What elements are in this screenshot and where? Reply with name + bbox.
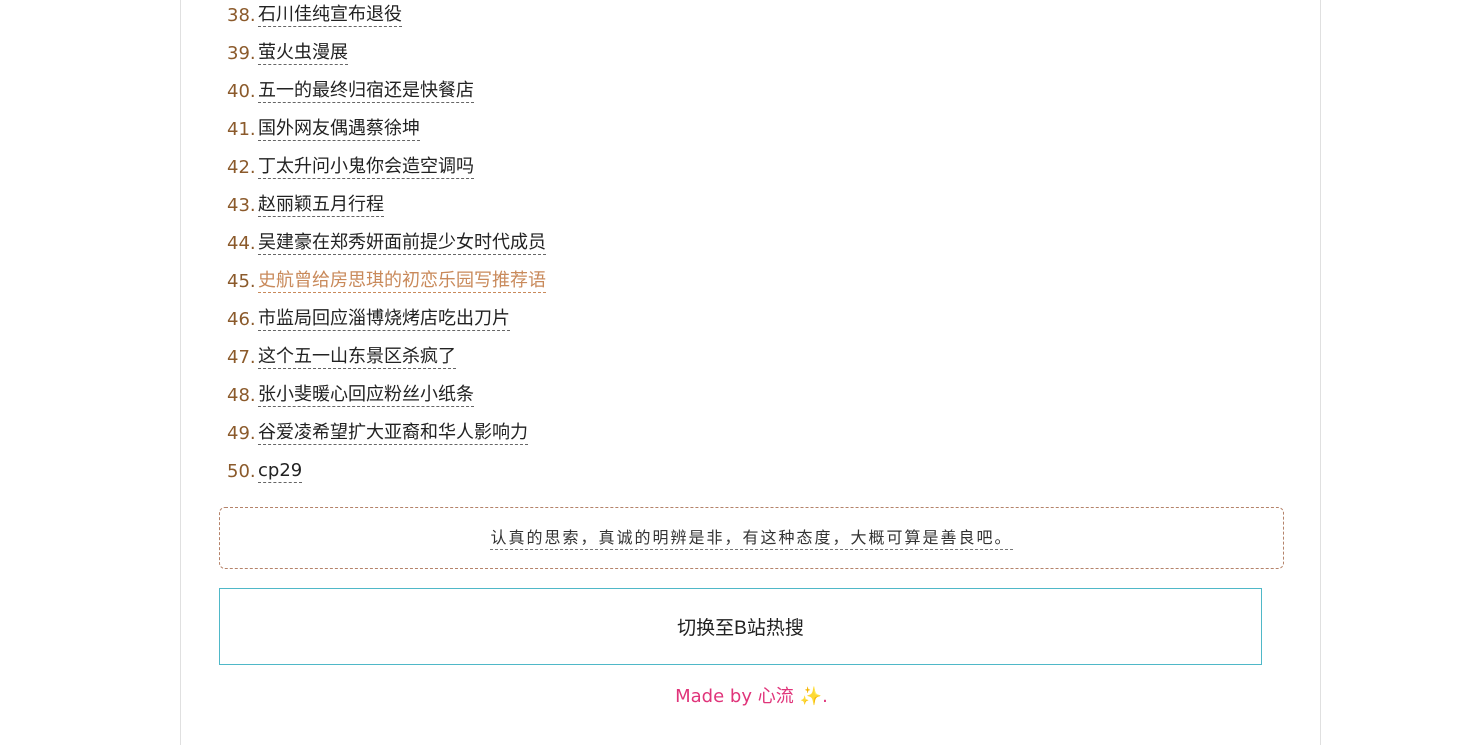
rank-number: 44. [227,232,256,254]
footer: Made by 心流 ✨. [181,682,1322,708]
rank-number: 40. [227,80,256,102]
rank-number: 45. [227,270,256,292]
hot-search-link[interactable]: 张小斐暖心回应粉丝小纸条 [258,384,474,407]
list-item: 50. cp29 [227,459,303,483]
footer-period: . [822,686,828,707]
list-item: 48. 张小斐暖心回应粉丝小纸条 [227,383,474,407]
rank-number: 39. [227,42,256,64]
list-item: 46. 市监局回应淄博烧烤店吃出刀片 [227,307,510,331]
sparkle-icon: ✨ [799,686,823,707]
hot-search-link[interactable]: 吴建豪在郑秀妍面前提少女时代成员 [258,232,546,255]
list-item: 42. 丁太升问小鬼你会造空调吗 [227,155,474,179]
hot-search-link[interactable]: 丁太升问小鬼你会造空调吗 [258,156,474,179]
hot-search-link[interactable]: 谷爱凌希望扩大亚裔和华人影响力 [258,422,528,445]
list-item: 41. 国外网友偶遇蔡徐坤 [227,117,420,141]
switch-to-bilibili-button[interactable]: 切换至B站热搜 [219,588,1262,665]
rank-number: 38. [227,4,256,26]
rank-number: 47. [227,346,256,368]
list-item: 40. 五一的最终归宿还是快餐店 [227,79,474,103]
rank-number: 49. [227,422,256,444]
rank-number: 42. [227,156,256,178]
rank-number: 41. [227,118,256,140]
quote-text[interactable]: 认真的思索，真诚的明辨是非，有这种态度，大概可算是善良吧。 [490,527,1013,550]
hot-search-link[interactable]: 这个五一山东景区杀疯了 [258,346,456,369]
rank-number: 48. [227,384,256,406]
list-item: 45. 史航曾给房思琪的初恋乐园写推荐语 [227,269,546,293]
hot-search-link[interactable]: 五一的最终归宿还是快餐店 [258,80,474,103]
hot-search-link[interactable]: 赵丽颖五月行程 [258,194,384,217]
hot-search-link[interactable]: 萤火虫漫展 [258,42,348,65]
hot-search-link[interactable]: 市监局回应淄博烧烤店吃出刀片 [258,308,510,331]
hot-search-link[interactable]: cp29 [258,460,303,483]
list-item: 47. 这个五一山东景区杀疯了 [227,345,456,369]
hot-search-link[interactable]: 石川佳纯宣布退役 [258,4,402,27]
hot-search-link[interactable]: 史航曾给房思琪的初恋乐园写推荐语 [258,270,546,293]
page-container: 38. 石川佳纯宣布退役 39. 萤火虫漫展 40. 五一的最终归宿还是快餐店 41. 国外网… [180,0,1321,745]
list-item: 44. 吴建豪在郑秀妍面前提少女时代成员 [227,231,546,255]
hot-search-link[interactable]: 国外网友偶遇蔡徐坤 [258,118,420,141]
footer-made-by[interactable]: Made by 心流 [675,686,794,707]
list-item: 43. 赵丽颖五月行程 [227,193,384,217]
rank-number: 46. [227,308,256,330]
list-item: 38. 石川佳纯宣布退役 [227,3,402,27]
list-item: 39. 萤火虫漫展 [227,41,348,65]
quote-box: 认真的思索，真诚的明辨是非，有这种态度，大概可算是善良吧。 [219,507,1284,569]
rank-number: 50. [227,460,256,482]
list-item: 49. 谷爱凌希望扩大亚裔和华人影响力 [227,421,528,445]
rank-number: 43. [227,194,256,216]
